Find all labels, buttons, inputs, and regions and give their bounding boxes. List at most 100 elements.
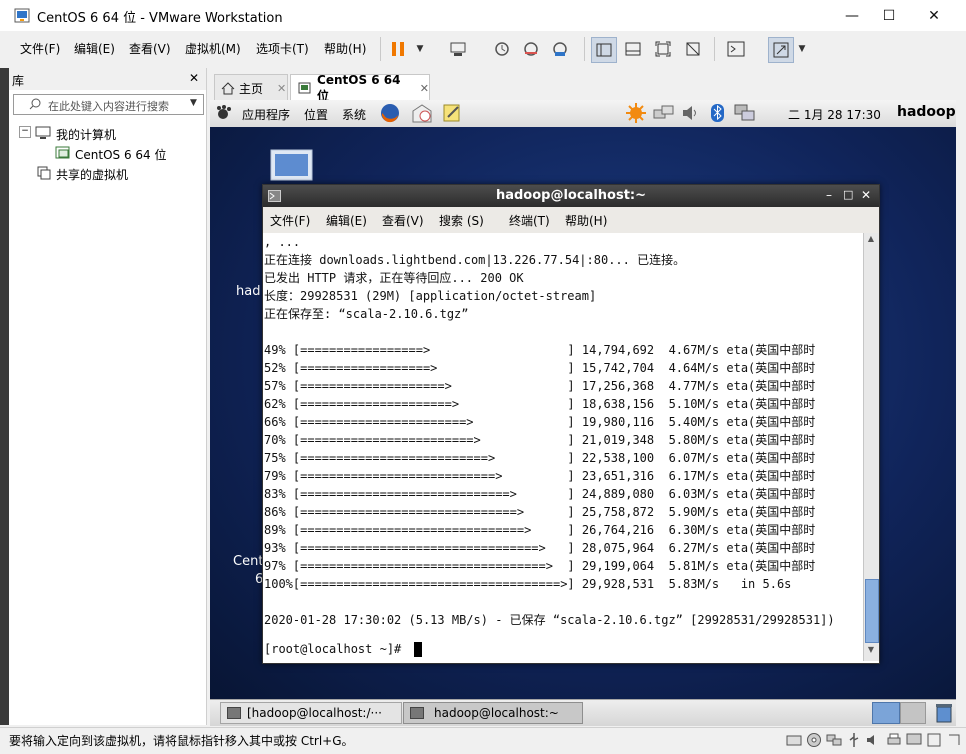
- workspace-2[interactable]: [900, 702, 926, 724]
- shared-vms-icon: [37, 166, 51, 180]
- menu-places[interactable]: 位置: [304, 106, 328, 123]
- terminal-menu-help[interactable]: 帮助(H): [565, 212, 607, 229]
- tab-bar: 主页 ✕ CentOS 6 64 位 ✕: [210, 70, 966, 103]
- scroll-down-icon[interactable]: ▼: [865, 645, 877, 657]
- menu-applications[interactable]: 应用程序: [242, 106, 290, 123]
- tree-collapse-icon[interactable]: −: [19, 126, 31, 138]
- firefox-icon[interactable]: [380, 103, 401, 124]
- tree-my-computer[interactable]: 我的计算机: [56, 126, 116, 143]
- terminal-line: 52% [==================> ] 15,742,704 4.…: [264, 361, 816, 375]
- library-close-button[interactable]: ✕: [189, 71, 199, 85]
- display-icon[interactable]: [734, 104, 756, 123]
- desktop-icon-label-2[interactable]: Cent: [233, 554, 263, 569]
- menu-file[interactable]: 文件(F): [20, 40, 60, 57]
- desktop-icon-label-1[interactable]: had: [236, 284, 260, 299]
- show-thumbnail-bar-icon[interactable]: [621, 37, 645, 61]
- sound-card-icon[interactable]: [866, 733, 882, 747]
- notes-editor-icon[interactable]: [442, 103, 462, 123]
- pause-icon[interactable]: [386, 37, 410, 61]
- library-search-placeholder: 在此处键入内容进行搜索: [48, 100, 169, 113]
- workspace-1[interactable]: [872, 702, 900, 724]
- trash-icon[interactable]: [935, 702, 953, 723]
- terminal-prompt[interactable]: [root@localhost ~]#: [264, 640, 409, 658]
- terminal-line: 正在保存至: “scala-2.10.6.tgz”: [264, 307, 469, 321]
- bluetooth-icon[interactable]: [710, 103, 726, 123]
- terminal-minimize-icon[interactable]: –: [826, 188, 832, 202]
- menu-view[interactable]: 查看(V): [129, 40, 171, 57]
- taskbar-item-terminal-2[interactable]: hadoop@localhost:~: [403, 702, 583, 724]
- taskbar-item-label: hadoop@localhost:~: [434, 706, 559, 720]
- maximize-button[interactable]: ☐: [866, 0, 912, 31]
- terminal-menu-terminal[interactable]: 终端(T): [509, 212, 550, 229]
- tab-centos-label: CentOS 6 64 位: [317, 72, 401, 103]
- library-search-input[interactable]: 在此处键入内容进行搜索 ▼: [13, 94, 204, 115]
- update-notifier-icon[interactable]: [626, 103, 646, 123]
- volume-icon[interactable]: [682, 104, 698, 122]
- terminal-line: 75% [==========================> ] 22,53…: [264, 451, 816, 465]
- foot-menu-icon: [217, 105, 231, 119]
- console-view-icon[interactable]: [724, 37, 748, 61]
- cd-dvd-icon[interactable]: [806, 732, 822, 748]
- terminal-line: 62% [=====================> ] 18,638,156…: [264, 397, 816, 411]
- library-title: 库: [12, 74, 25, 88]
- terminal-line: 长度：29928531 (29M) [application/octet-str…: [264, 289, 597, 303]
- tree-shared-vms[interactable]: 共享的虚拟机: [56, 166, 128, 183]
- terminal-menu-view[interactable]: 查看(V): [382, 212, 424, 229]
- hard-disk-icon[interactable]: [786, 733, 802, 747]
- computer-desktop-icon[interactable]: [270, 149, 314, 185]
- power-dropdown-chevron-icon[interactable]: ▼: [408, 37, 432, 61]
- usb-controller-icon[interactable]: [846, 732, 862, 748]
- show-library-icon[interactable]: [591, 37, 617, 63]
- gnome-top-panel: 应用程序 位置 系统 二 1月 28 17:30 hadoop: [210, 100, 956, 128]
- tab-centos[interactable]: CentOS 6 64 位 ✕: [290, 72, 430, 103]
- send-ctrl-alt-del-icon[interactable]: [446, 37, 470, 61]
- window-title-bar[interactable]: CentOS 6 64 位 - VMware Workstation — ☐ ✕: [0, 0, 966, 31]
- terminal-line: 49% [=================> ] 14,794,692 4.6…: [264, 343, 816, 357]
- menu-edit[interactable]: 编辑(E): [74, 40, 115, 57]
- tree-vm-centos[interactable]: CentOS 6 64 位: [75, 146, 166, 163]
- terminal-output[interactable]: , ... 正在连接 downloads.lightbend.com|13.22…: [263, 233, 863, 661]
- terminal-close-icon[interactable]: ✕: [861, 188, 871, 202]
- network-adapter-icon[interactable]: [826, 733, 842, 747]
- menu-help[interactable]: 帮助(H): [324, 40, 366, 57]
- menu-tabs[interactable]: 选项卡(T): [256, 40, 309, 57]
- library-header: 库 ✕: [9, 68, 206, 90]
- status-expand-icon[interactable]: [946, 732, 962, 748]
- terminal-menu-edit[interactable]: 编辑(E): [326, 212, 367, 229]
- snapshot-icon[interactable]: [490, 37, 514, 61]
- stretch-dropdown-chevron-icon[interactable]: ▼: [790, 37, 814, 61]
- close-button[interactable]: ✕: [911, 0, 957, 31]
- status-text: 要将输入定向到该虚拟机，请将鼠标指针移入其中或按 Ctrl+G。: [9, 734, 354, 748]
- terminal-menu-file[interactable]: 文件(F): [270, 212, 310, 229]
- scroll-up-icon[interactable]: ▲: [865, 234, 877, 246]
- clock[interactable]: 二 1月 28 17:30: [788, 106, 881, 123]
- terminal-menu-bar: 文件(F) 编辑(E) 查看(V) 搜索 (S) 终端(T) 帮助(H): [263, 207, 879, 234]
- taskbar-item-terminal-1[interactable]: [hadoop@localhost:/···: [220, 702, 402, 724]
- search-dropdown-chevron-icon[interactable]: ▼: [190, 98, 197, 108]
- network-icon[interactable]: [653, 105, 675, 122]
- terminal-line: 已发出 HTTP 请求，正在等待回应... 200 OK: [264, 271, 524, 285]
- unity-mode-icon[interactable]: [681, 37, 705, 61]
- full-screen-icon[interactable]: [651, 37, 675, 61]
- revert-snapshot-icon[interactable]: [519, 37, 543, 61]
- snapshot-manager-icon[interactable]: [548, 37, 572, 61]
- terminal-maximize-icon[interactable]: □: [843, 188, 853, 201]
- mail-clock-icon[interactable]: [411, 103, 433, 124]
- user-name[interactable]: hadoop: [897, 104, 956, 120]
- tab-home-close-icon[interactable]: ✕: [277, 82, 286, 95]
- printer-icon[interactable]: [886, 732, 902, 748]
- background-window-edge: [0, 68, 9, 725]
- display-device-icon[interactable]: [906, 733, 922, 747]
- tab-centos-close-icon[interactable]: ✕: [420, 82, 429, 95]
- scrollbar-thumb[interactable]: [865, 579, 879, 643]
- menu-system[interactable]: 系统: [342, 106, 366, 123]
- menu-vm[interactable]: 虚拟机(M): [185, 40, 241, 57]
- tab-home[interactable]: 主页 ✕: [214, 74, 288, 101]
- library-panel: 库 ✕ 在此处键入内容进行搜索 ▼ − 我的计算机 CentOS 6 64 位 …: [9, 68, 207, 725]
- message-log-icon[interactable]: [926, 732, 942, 748]
- terminal-menu-search[interactable]: 搜索 (S): [439, 212, 484, 229]
- terminal-scrollbar[interactable]: ▲ ▼: [863, 233, 879, 661]
- terminal-title-bar[interactable]: hadoop@localhost:~ – □ ✕: [263, 185, 879, 207]
- terminal-title: hadoop@localhost:~: [495, 188, 647, 203]
- terminal-window[interactable]: hadoop@localhost:~ – □ ✕ 文件(F) 编辑(E) 查看(…: [262, 184, 880, 664]
